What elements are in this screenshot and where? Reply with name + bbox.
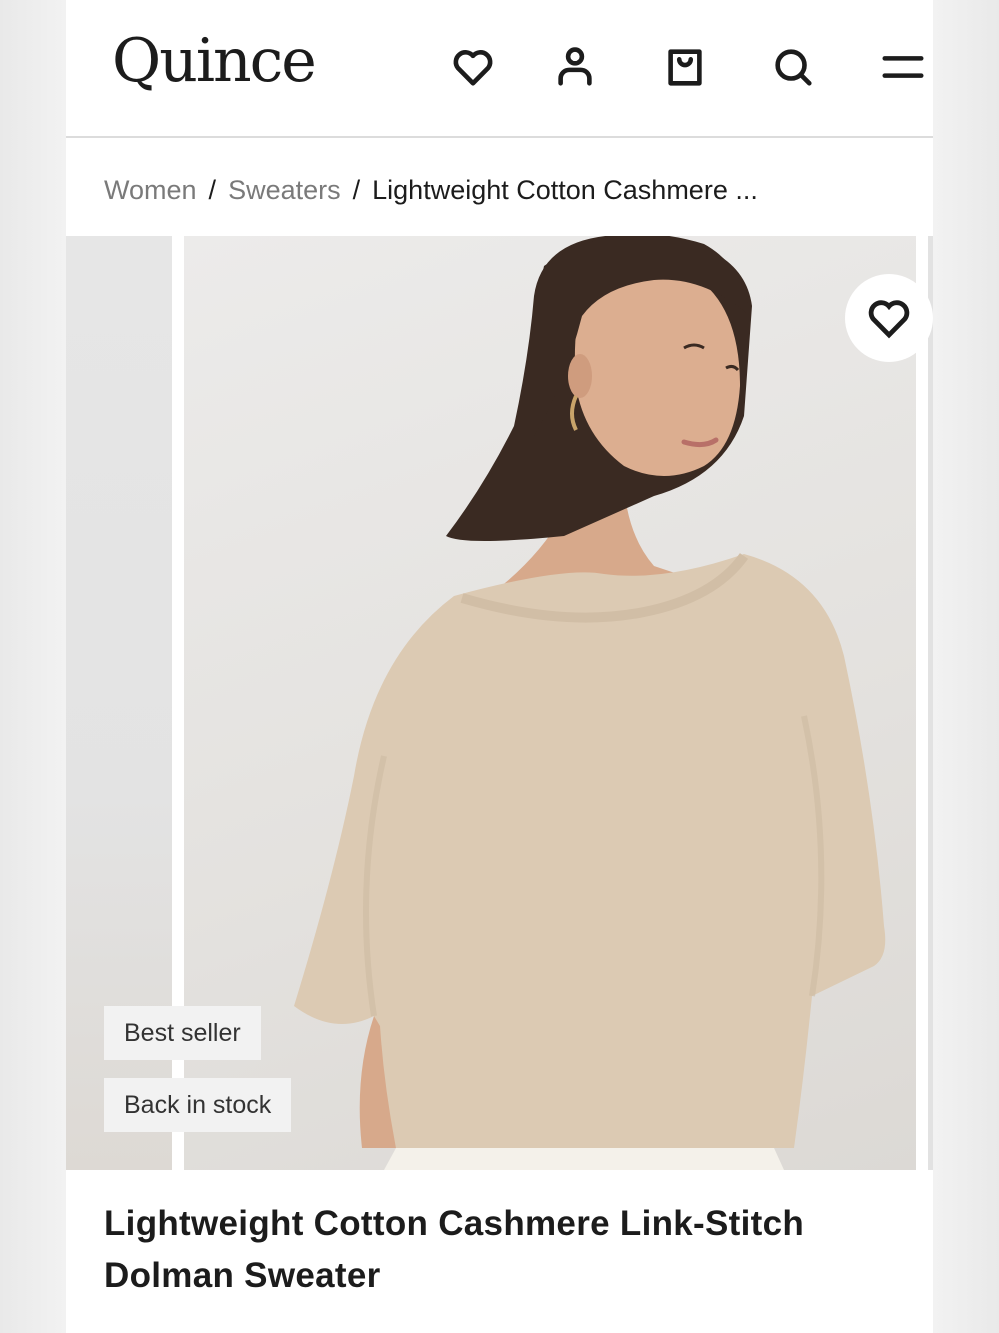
breadcrumb-link-women[interactable]: Women [104,175,197,206]
wishlist-button[interactable] [446,40,500,94]
product-title: Lightweight Cotton Cashmere Link-Stitch … [104,1204,805,1295]
product-image-carousel[interactable]: Best seller Back in stock [66,236,933,1170]
account-button[interactable] [548,40,602,94]
left-backdrop [0,0,66,1333]
breadcrumb: Women / Sweaters / Lightweight Cotton Ca… [104,168,758,212]
bag-icon [668,49,702,86]
site-header: Quince [66,0,933,138]
breadcrumb-separator: / [352,174,361,205]
search-button[interactable] [766,40,820,94]
cart-button[interactable] [658,40,712,94]
user-icon [558,47,592,86]
next-slide[interactable] [928,236,933,1170]
search-icon [775,49,812,86]
breadcrumb-separator: / [208,174,217,205]
menu-icon [882,56,924,78]
product-page: Quince Women / Sweaters / Lightweight Co… [66,0,933,1333]
add-to-wishlist-button[interactable] [845,274,933,362]
heart-icon [868,300,910,339]
badge-best-seller: Best seller [104,1006,261,1060]
badge-back-in-stock: Back in stock [104,1078,292,1132]
quince-logo[interactable]: Quince [112,26,317,96]
menu-button[interactable] [876,40,930,94]
model-illustration [294,236,886,1170]
breadcrumb-current: Lightweight Cotton Cashmere ... [372,174,758,205]
heart-icon [453,50,493,86]
right-backdrop [933,0,999,1333]
breadcrumb-link-sweaters[interactable]: Sweaters [228,175,341,206]
product-photo[interactable] [184,236,916,1170]
